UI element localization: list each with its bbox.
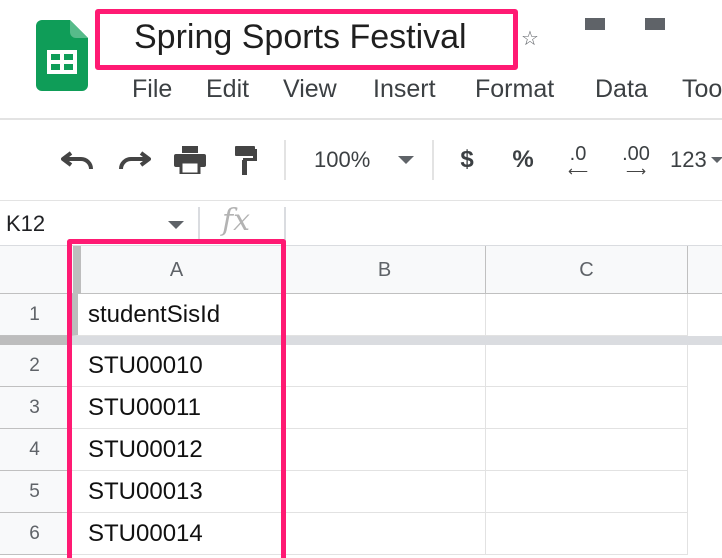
row-header-1[interactable]: 1	[0, 294, 70, 336]
menu-view[interactable]: View	[283, 74, 337, 104]
row-header-4[interactable]: 4	[0, 429, 70, 471]
sheets-logo-icon[interactable]	[36, 20, 88, 91]
star-icon[interactable]: ☆	[521, 26, 539, 51]
select-all-corner[interactable]	[0, 246, 70, 294]
menu-tools[interactable]: Tools	[682, 74, 722, 104]
cell-c3[interactable]	[486, 387, 688, 429]
chevron-down-icon	[710, 157, 722, 163]
chevron-down-icon	[398, 156, 414, 164]
cloud-status-icon[interactable]	[645, 18, 665, 30]
menu-edit[interactable]: Edit	[206, 74, 249, 104]
menu-data[interactable]: Data	[595, 74, 648, 104]
toolbar-separator	[432, 140, 434, 180]
row-header-2[interactable]: 2	[0, 345, 70, 387]
increase-decimals-label: .00	[622, 143, 650, 165]
cell-b5[interactable]	[284, 471, 486, 513]
name-box[interactable]: K12	[6, 211, 45, 237]
document-title[interactable]: Spring Sports Festival	[134, 16, 467, 58]
chevron-down-icon[interactable]	[168, 221, 184, 229]
move-icon[interactable]	[585, 18, 605, 30]
currency-button[interactable]: $	[452, 142, 482, 178]
increase-decimals-button[interactable]: .00 ⟶	[614, 142, 658, 178]
column-header-d[interactable]	[688, 246, 722, 294]
cell-b4[interactable]	[284, 429, 486, 471]
cell-b6[interactable]	[284, 513, 486, 555]
cell-c1[interactable]	[486, 294, 688, 336]
more-formats-label: 123	[670, 147, 707, 172]
cell-c4[interactable]	[486, 429, 688, 471]
more-formats-button[interactable]: 123	[670, 142, 722, 178]
header-blurred-area	[538, 30, 683, 64]
currency-label: $	[460, 146, 474, 173]
formula-separator	[198, 207, 200, 241]
cell-b2[interactable]	[284, 345, 486, 387]
zoom-select[interactable]: 100%	[304, 142, 424, 178]
cell-b1[interactable]	[284, 294, 486, 336]
cell-b3[interactable]	[284, 387, 486, 429]
menu-format[interactable]: Format	[475, 74, 554, 104]
decrease-decimals-label: .0	[569, 143, 587, 165]
arrow-left-icon: ⟵	[567, 163, 589, 179]
print-icon[interactable]	[170, 142, 210, 178]
undo-icon[interactable]	[58, 142, 98, 178]
zoom-value: 100%	[314, 147, 371, 172]
row-header-5[interactable]: 5	[0, 471, 70, 513]
row-header-3[interactable]: 3	[0, 387, 70, 429]
percent-button[interactable]: %	[508, 142, 538, 178]
cell-c2[interactable]	[486, 345, 688, 387]
column-header-c[interactable]: C	[486, 246, 688, 294]
arrow-right-icon: ⟶	[625, 163, 647, 179]
menu-insert[interactable]: Insert	[373, 74, 436, 104]
cell-c5[interactable]	[486, 471, 688, 513]
formula-separator	[284, 207, 286, 241]
row-header-6[interactable]: 6	[0, 513, 70, 555]
row-freeze-handle[interactable]	[0, 336, 70, 345]
column-header-b[interactable]: B	[284, 246, 486, 294]
toolbar: 100% $ % .0 ⟵ .00 ⟶ 123	[0, 120, 722, 200]
fx-icon: fx	[222, 203, 251, 238]
cell-c6[interactable]	[486, 513, 688, 555]
menu-file[interactable]: File	[132, 74, 172, 104]
column-highlight-box	[67, 239, 286, 558]
toolbar-separator	[284, 140, 286, 180]
paint-format-icon[interactable]	[226, 142, 266, 178]
redo-icon[interactable]	[114, 142, 154, 178]
percent-label: %	[512, 146, 534, 173]
decrease-decimals-button[interactable]: .0 ⟵	[558, 142, 598, 178]
